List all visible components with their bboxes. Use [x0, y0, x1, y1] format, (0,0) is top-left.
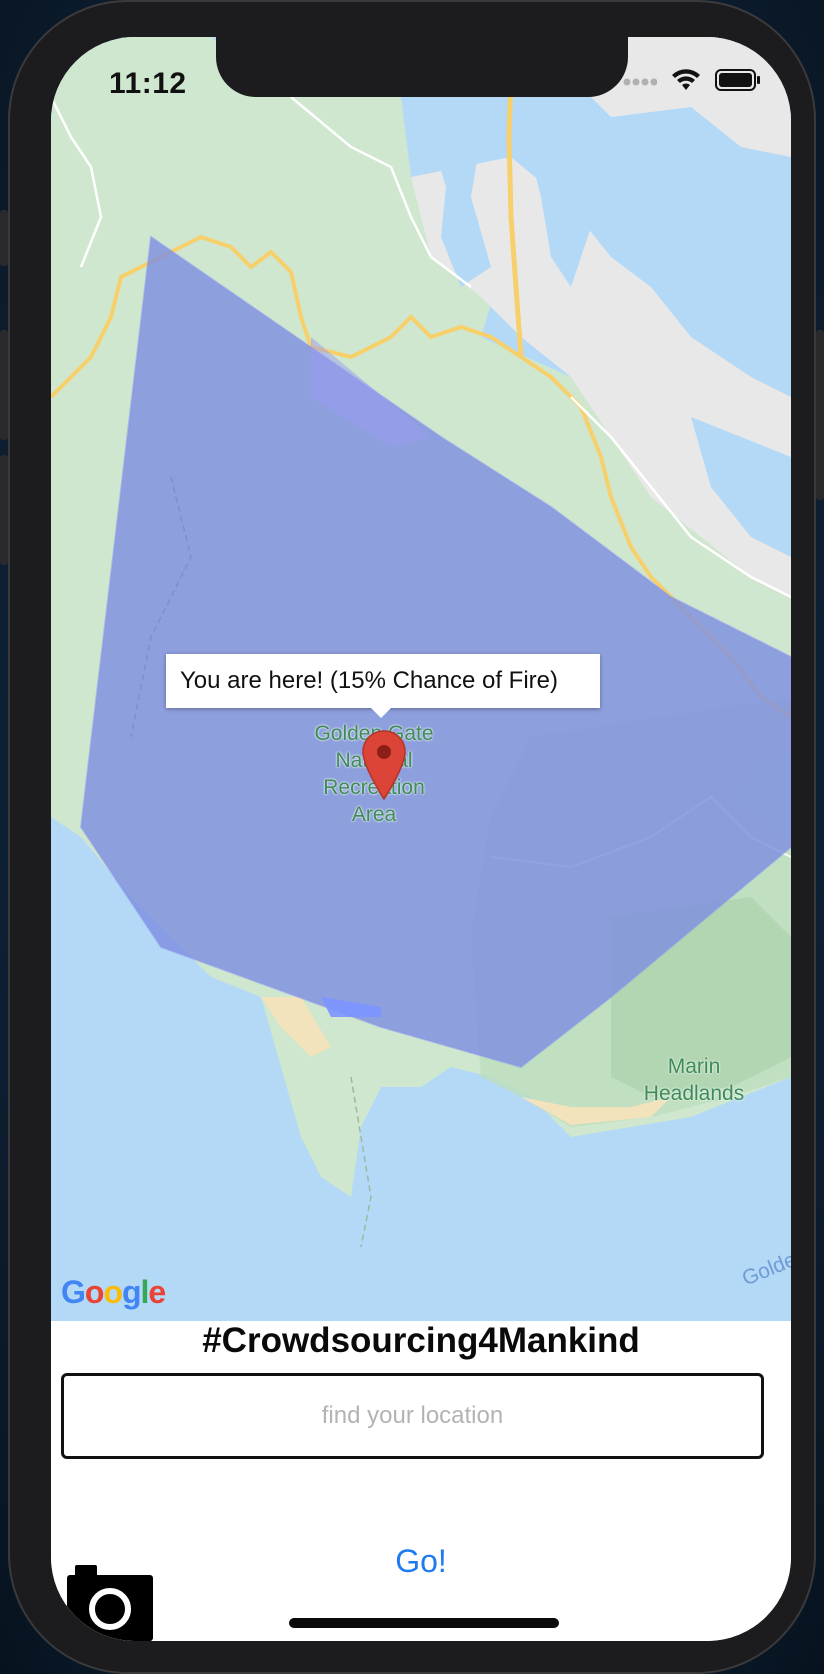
- park-label-line: Area: [351, 803, 397, 826]
- notch: [216, 37, 628, 97]
- signal-dots-icon: [623, 74, 658, 92]
- go-button[interactable]: Go!: [371, 1536, 471, 1586]
- headlands-label: Marin Headlands: [619, 1053, 769, 1107]
- battery-icon: [715, 69, 761, 96]
- camera-icon[interactable]: [67, 1565, 157, 1641]
- wifi-icon: [671, 68, 701, 97]
- power-button: [816, 330, 824, 500]
- volume-down-button: [0, 455, 8, 565]
- footer-panel: #Crowdsourcing4Mankind Go!: [51, 1321, 791, 1641]
- search-field[interactable]: [61, 1373, 764, 1459]
- location-callout[interactable]: You are here! (15% Chance of Fire): [166, 654, 600, 708]
- volume-up-button: [0, 330, 8, 440]
- headlands-label-line: Marin: [667, 1055, 721, 1078]
- headlands-label-line: Headlands: [643, 1082, 745, 1105]
- map-view[interactable]: Golden Gate National Recreation Area Mar…: [51, 37, 791, 1321]
- phone-frame: Golden Gate National Recreation Area Mar…: [0, 0, 824, 1674]
- app-screen: Golden Gate National Recreation Area Mar…: [51, 37, 791, 1641]
- status-icons: [623, 68, 761, 97]
- callout-text: You are here! (15% Chance of Fire): [180, 667, 558, 694]
- status-time: 11:12: [109, 67, 187, 100]
- inlet-water-3: [611, 127, 711, 217]
- callout-tail: [370, 707, 392, 718]
- tagline: #Crowdsourcing4Mankind: [202, 1321, 640, 1360]
- mute-switch: [0, 210, 8, 266]
- google-logo: Google: [61, 1274, 166, 1310]
- location-search-input[interactable]: [64, 1401, 761, 1431]
- home-indicator[interactable]: [289, 1618, 559, 1628]
